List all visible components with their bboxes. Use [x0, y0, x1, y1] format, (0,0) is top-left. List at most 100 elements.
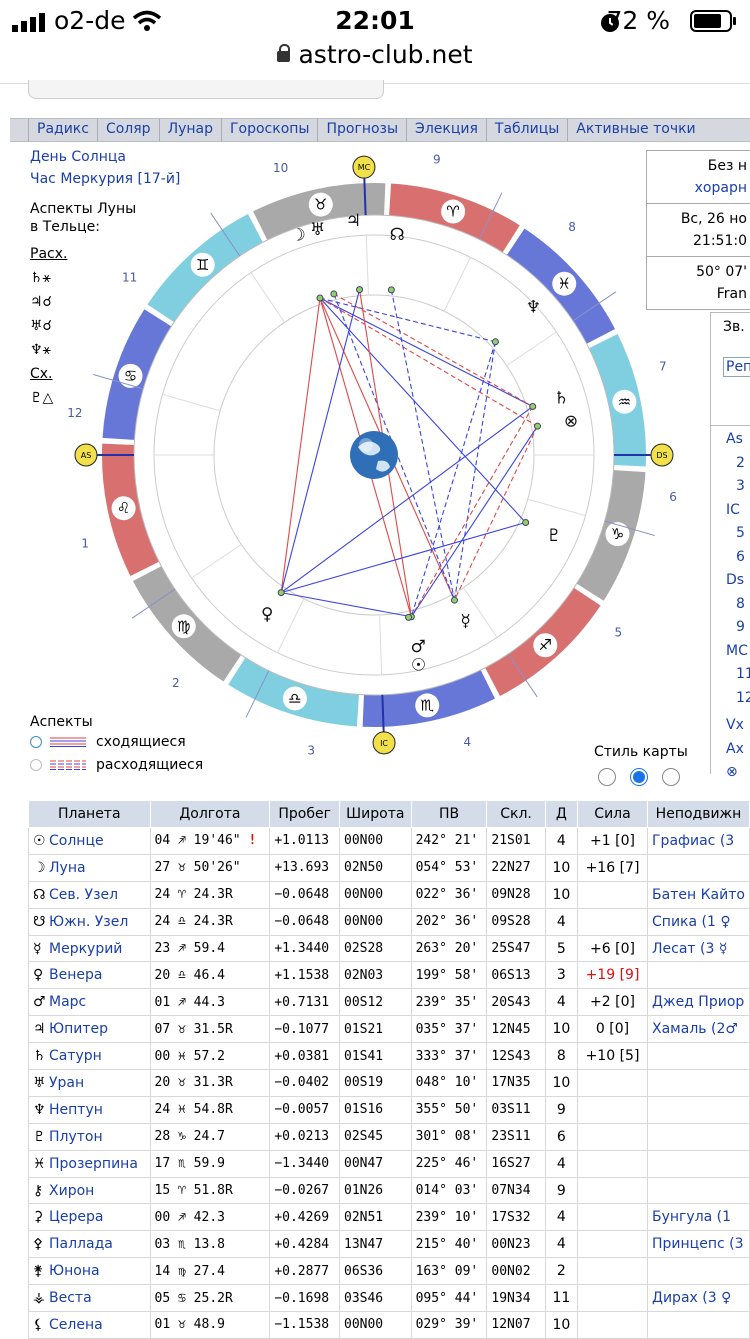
planet-name[interactable]: Юнона	[49, 1263, 100, 1279]
house-cusp-link[interactable]: Ds	[726, 569, 750, 593]
planet-name[interactable]: Марс	[49, 994, 86, 1010]
column-header[interactable]: Долгота	[149, 800, 271, 828]
planet-name-cell[interactable]: ⚴ Паллада	[28, 1230, 151, 1259]
planet-name[interactable]: Южн. Узел	[49, 914, 128, 930]
fixed-star-cell[interactable]: Джед Приор	[647, 988, 750, 1017]
url-text: astro-club.net	[298, 40, 473, 69]
fixed-star-cell[interactable]: Дирах (3 ♀	[647, 1284, 750, 1313]
planet-name[interactable]: Сев. Узел	[49, 887, 118, 903]
planet-name-cell[interactable]: ♆ Нептун	[28, 1095, 151, 1124]
declination-cell: 09N28	[486, 880, 546, 909]
chart-style-radio-3[interactable]	[662, 768, 680, 786]
extra-point-link[interactable]: Ax	[726, 738, 744, 762]
chart-style-radio-2[interactable]	[630, 768, 648, 786]
column-header[interactable]: Сила	[576, 800, 649, 828]
fixed-star-cell[interactable]: Бунгула (1	[647, 1203, 750, 1232]
planet-name[interactable]: Паллада	[49, 1236, 113, 1252]
planet-name[interactable]: Солнце	[49, 833, 104, 849]
fixed-star-cell[interactable]: Батен Кайто	[647, 880, 750, 909]
house-cusp-link[interactable]: MC	[726, 640, 750, 664]
extra-point-link[interactable]: ⊗	[726, 761, 744, 785]
horary-link[interactable]: хорарн	[695, 180, 747, 196]
house-cusp-link[interactable]: 6	[726, 546, 750, 570]
fixed-star-cell[interactable]: Принцепс (3	[647, 1230, 750, 1259]
applying-radio[interactable]	[30, 735, 42, 748]
planet-name-cell[interactable]: ♄ Сатурн	[28, 1042, 151, 1071]
declination-cell: 12N07	[486, 1311, 546, 1339]
longitude-cell: 24 ♎ 24.3R	[149, 907, 271, 936]
column-header[interactable]: Широта	[339, 800, 412, 828]
separating-radio[interactable]	[30, 758, 42, 771]
column-header[interactable]: Д	[544, 800, 578, 828]
planet-name-cell[interactable]: ♃ Юпитер	[28, 1015, 151, 1044]
menu-item-solar[interactable]: Соляр	[96, 119, 159, 141]
planet-name-cell[interactable]: ⚶ Веста	[28, 1284, 151, 1313]
search-box[interactable]	[28, 80, 384, 99]
declination-cell: 12S43	[486, 1042, 546, 1071]
planet-name[interactable]: Юпитер	[49, 1021, 108, 1037]
planet-name[interactable]: Хирон	[49, 1183, 94, 1199]
planet-name-cell[interactable]: ☽ Луна	[28, 853, 151, 882]
house-cusp-link[interactable]: 11	[726, 663, 750, 687]
planet-name-cell[interactable]: ♇ Плутон	[28, 1122, 151, 1151]
warning-flag[interactable]: !	[241, 833, 256, 848]
column-header[interactable]: Неподвижн	[647, 800, 750, 828]
planet-name[interactable]: Прозерпина	[49, 1156, 138, 1172]
house-cusp-link[interactable]: 12	[726, 687, 750, 711]
menu-item-horoscopes[interactable]: Гороскопы	[221, 119, 317, 141]
planet-name-cell[interactable]: ♓ Прозерпина	[28, 1149, 151, 1178]
house-cusp-link[interactable]: 8	[726, 593, 750, 617]
menu-item-tables[interactable]: Таблицы	[485, 119, 567, 141]
planet-name[interactable]: Церера	[49, 1209, 103, 1225]
planet-name-cell[interactable]: ♂ Марс	[28, 988, 151, 1017]
planet-name[interactable]: Селена	[49, 1317, 103, 1333]
planet-name[interactable]: Нептун	[49, 1102, 103, 1118]
natal-chart-wheel[interactable]: ♈♉♊♋♌♍♎ ♏♐♑♒♓123456789101112AS DSMCIC☽ ♅ ♃☊♆…	[40, 140, 700, 780]
house-cusp-link[interactable]: As	[726, 428, 750, 452]
fixed-star-cell[interactable]: Спика (1 ♀	[647, 907, 750, 936]
house-cusp-link[interactable]: 9	[726, 616, 750, 640]
house-cusp-link[interactable]: 3	[726, 475, 750, 499]
column-header[interactable]: Пробег	[269, 800, 340, 828]
power-cell	[576, 1176, 649, 1205]
fixed-star-cell[interactable]: Хамаль (2♂	[647, 1015, 750, 1044]
fixed-star-cell[interactable]: Графиас (3	[647, 827, 750, 855]
planet-name[interactable]: Луна	[49, 860, 86, 876]
planet-name[interactable]: Меркурий	[49, 941, 122, 957]
longitude-value: 20 ♎ 46.4	[154, 967, 225, 983]
column-header[interactable]: Планета	[28, 800, 151, 828]
planet-name-cell[interactable]: ⚵ Юнона	[28, 1257, 151, 1286]
planet-name-cell[interactable]: ☊ Сев. Узел	[28, 880, 151, 909]
menu-item-forecasts[interactable]: Прогнозы	[317, 119, 406, 141]
house-cusp-link[interactable]: 5	[726, 522, 750, 546]
planet-name-cell[interactable]: ♀ Венера	[28, 961, 151, 990]
menu-item-radix[interactable]: Радикс	[28, 119, 97, 141]
planet-name[interactable]: Сатурн	[49, 1048, 102, 1064]
menu-item-lunar[interactable]: Лунар	[158, 119, 221, 141]
table-body: ☉ Солнце 04 ♐ 19'46" ! +1.0113 00N00 242° 21'…	[28, 827, 750, 1339]
fixed-star-cell	[647, 1257, 750, 1286]
planet-name-cell[interactable]: ☿ Меркурий	[28, 934, 151, 963]
menu-item-active-points[interactable]: Активные точки	[567, 119, 703, 141]
extra-point-link[interactable]: Vx	[726, 714, 744, 738]
planet-name[interactable]: Плутон	[49, 1129, 103, 1145]
system-select[interactable]: Реп	[723, 357, 750, 377]
menu-item-election[interactable]: Элекция	[406, 119, 486, 141]
planet-name[interactable]: Венера	[49, 967, 102, 983]
planet-name-cell[interactable]: ⚷ Хирон	[28, 1176, 151, 1205]
address-bar[interactable]: astro-club.net	[0, 40, 750, 69]
planet-name-cell[interactable]: ☉ Солнце	[28, 827, 151, 855]
column-header[interactable]: ПВ	[410, 800, 488, 828]
column-header[interactable]: Скл.	[486, 800, 546, 828]
fixed-star-cell[interactable]: Лесат (3 ☿	[647, 934, 750, 963]
planet-name-cell[interactable]: ⚸ Селена	[28, 1311, 151, 1339]
chart-style-radio-1[interactable]	[598, 768, 616, 786]
planet-name-cell[interactable]: ☋ Южн. Узел	[28, 907, 151, 936]
planet-name[interactable]: Уран	[49, 1075, 84, 1091]
planet-name-cell[interactable]: ⚳ Церера	[28, 1203, 151, 1232]
house-cusp-link[interactable]: IC	[726, 499, 750, 523]
planet-name[interactable]: Веста	[49, 1290, 92, 1306]
house-cusp-link[interactable]: 2	[726, 452, 750, 476]
planet-name-cell[interactable]: ♅ Уран	[28, 1069, 151, 1097]
house-cell: 2	[544, 1257, 578, 1286]
